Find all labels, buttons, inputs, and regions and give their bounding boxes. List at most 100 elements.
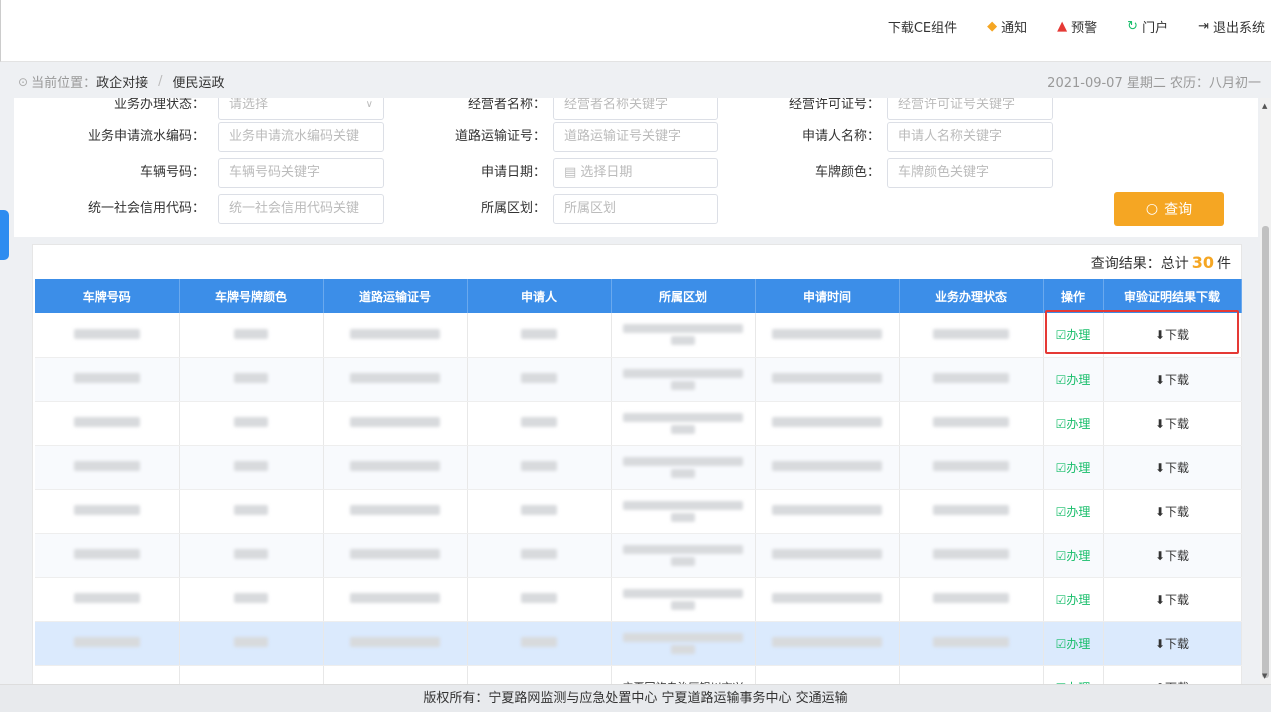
table-cell: ⬇下载 [1103, 357, 1242, 402]
status-select[interactable]: 请选择 ∨ [218, 98, 384, 120]
table-cell [755, 401, 900, 446]
table-cell [179, 489, 324, 534]
table-cell: ⬇下载 [1103, 445, 1242, 490]
table-row[interactable]: ☑办理 ⬇下载 [35, 577, 1242, 622]
redacted-text [350, 593, 440, 603]
filter-input[interactable]: 所属区划 [553, 194, 718, 224]
breadcrumb-bar: ⊙ 当前位置： 政企对接 / 便民运政 2021-09-07 星期二 农历：八月… [0, 62, 1271, 98]
filter-placeholder: 车牌颜色关键字 [898, 165, 990, 180]
redacted-text [623, 456, 743, 466]
filter-placeholder: 业务申请流水编码关键 [229, 129, 360, 144]
redacted-text [350, 373, 440, 383]
warning-link[interactable]: ▲ 预警 [1057, 17, 1097, 36]
download-link[interactable]: ⬇下载 [1155, 417, 1189, 431]
filter-input[interactable]: 道路运输证号关键字 [553, 122, 718, 152]
page-scrollbar[interactable]: ▲ ▼ [1260, 98, 1271, 684]
table-row[interactable]: ☑办理 ⬇下载 [35, 489, 1242, 534]
filter-input[interactable]: 车牌颜色关键字 [887, 158, 1053, 188]
table-row[interactable]: 宁夏回族自治区银川市兴 ☑办理⬇下载 [35, 665, 1242, 684]
table-body: ☑办理 ⬇下载 ☑办理 ⬇下载 ☑办理 ⬇下载 ☑办理 ⬇下载 ☑办理 ⬇下载 ☑办理 ⬇下载 ☑办理 ⬇… [35, 313, 1242, 684]
scroll-down-arrow-icon[interactable]: ▼ [1262, 672, 1267, 680]
table-cell [467, 357, 612, 402]
process-action-link[interactable]: ☑办理 [1056, 593, 1091, 607]
redacted-text [350, 461, 440, 471]
process-action-link[interactable]: ☑办理 [1056, 328, 1091, 342]
column-header: 申请人 [467, 279, 612, 313]
redacted-text [671, 424, 695, 434]
redacted-text [933, 505, 1009, 515]
filter-input[interactable]: 经营者名称关键字 [553, 98, 718, 120]
table-cell [179, 621, 324, 666]
filter-input[interactable]: ▤ 选择日期 [553, 158, 718, 188]
table-row[interactable]: ☑办理 ⬇下载 [35, 401, 1242, 446]
table-row[interactable]: ☑办理 ⬇下载 [35, 313, 1242, 358]
download-link[interactable]: ⬇下载 [1155, 549, 1189, 563]
table-cell: ☑办理 [1043, 621, 1104, 666]
download-ce-link-label: 下载CE组件 [887, 21, 958, 36]
download-link[interactable]: ⬇下载 [1155, 505, 1189, 519]
table-cell [179, 577, 324, 622]
redacted-text [234, 637, 268, 647]
redacted-text [521, 373, 557, 383]
process-action-link[interactable]: ☑办理 [1056, 461, 1091, 475]
redacted-text [772, 328, 882, 339]
table-cell [755, 489, 900, 534]
table-cell: ⬇下载 [1103, 533, 1242, 578]
table-cell: ☑办理 [1043, 533, 1104, 578]
scrollbar-thumb[interactable] [1262, 226, 1269, 678]
table-cell: ☑办理 [1043, 357, 1104, 402]
filter-input[interactable]: 车辆号码关键字 [218, 158, 384, 188]
process-action-link[interactable]: ☑办理 [1056, 417, 1091, 431]
download-link[interactable]: ⬇下载 [1155, 328, 1189, 342]
table-cell [323, 313, 468, 358]
filter-label: 业务办理状态： [113, 98, 205, 112]
date-display: 2021-09-07 星期二 农历：八月初一 [1047, 76, 1261, 91]
redacted-text [73, 505, 140, 515]
table-row[interactable]: ☑办理 ⬇下载 [35, 445, 1242, 490]
table-row[interactable]: ☑办理 ⬇下载 [35, 357, 1242, 402]
filter-input[interactable]: 经营许可证号关键字 [887, 98, 1053, 120]
table-cell [467, 313, 612, 358]
table-cell [35, 621, 180, 666]
result-count: 30 [1191, 253, 1214, 272]
table-cell: ☑办理 [1043, 445, 1104, 490]
table-row[interactable]: ☑办理 ⬇下载 [35, 533, 1242, 578]
filter-input[interactable]: 申请人名称关键字 [887, 122, 1053, 152]
download-ce-link[interactable]: 下载CE组件 [888, 17, 957, 36]
redacted-text [234, 593, 268, 603]
redacted-text [623, 500, 743, 510]
table-cell [179, 665, 324, 684]
logout-link[interactable]: ⇥ 退出系统 [1198, 17, 1265, 36]
warning-link-label: 预警 [1071, 21, 1098, 36]
table-cell [323, 621, 468, 666]
download-link[interactable]: ⬇下载 [1155, 461, 1189, 475]
download-link[interactable]: ⬇下载 [1155, 593, 1189, 607]
redacted-text [933, 549, 1009, 559]
redacted-text [73, 417, 140, 427]
notice-link[interactable]: ◆ 通知 [987, 17, 1027, 36]
redacted-text [234, 417, 268, 427]
process-action-link[interactable]: ☑办理 [1056, 549, 1091, 563]
scroll-up-arrow-icon[interactable]: ▲ [1262, 102, 1267, 110]
redacted-text [933, 593, 1009, 603]
sidebar-toggle-tab[interactable] [0, 210, 9, 260]
filter-placeholder: 道路运输证号关键字 [564, 129, 682, 144]
table-cell [899, 489, 1044, 534]
table-cell [323, 489, 468, 534]
table-row[interactable]: ☑办理 ⬇下载 [35, 621, 1242, 666]
portal-link[interactable]: ↻ 门户 [1127, 17, 1168, 36]
breadcrumb-level1[interactable]: 政企对接 [96, 72, 148, 91]
filter-input[interactable]: 业务申请流水编码关键 [218, 122, 384, 152]
redacted-text [73, 593, 140, 603]
download-link[interactable]: ⬇下载 [1155, 373, 1189, 387]
filter-input[interactable]: 统一社会信用代码关键 [218, 194, 384, 224]
process-action-link[interactable]: ☑办理 [1056, 637, 1091, 651]
result-table: 车牌号码 车牌号牌颜色 道路运输证号 申请人 所属区划 申请时间 业务办理状态 操作 审验证明结… [35, 279, 1242, 684]
download-link[interactable]: ⬇下载 [1155, 637, 1189, 651]
redacted-text [73, 373, 140, 383]
filter-label: 所属区划： [480, 201, 546, 216]
process-action-link[interactable]: ☑办理 [1056, 505, 1091, 519]
table-cell [611, 313, 756, 358]
process-action-link[interactable]: ☑办理 [1056, 373, 1091, 387]
redacted-text [933, 461, 1009, 471]
